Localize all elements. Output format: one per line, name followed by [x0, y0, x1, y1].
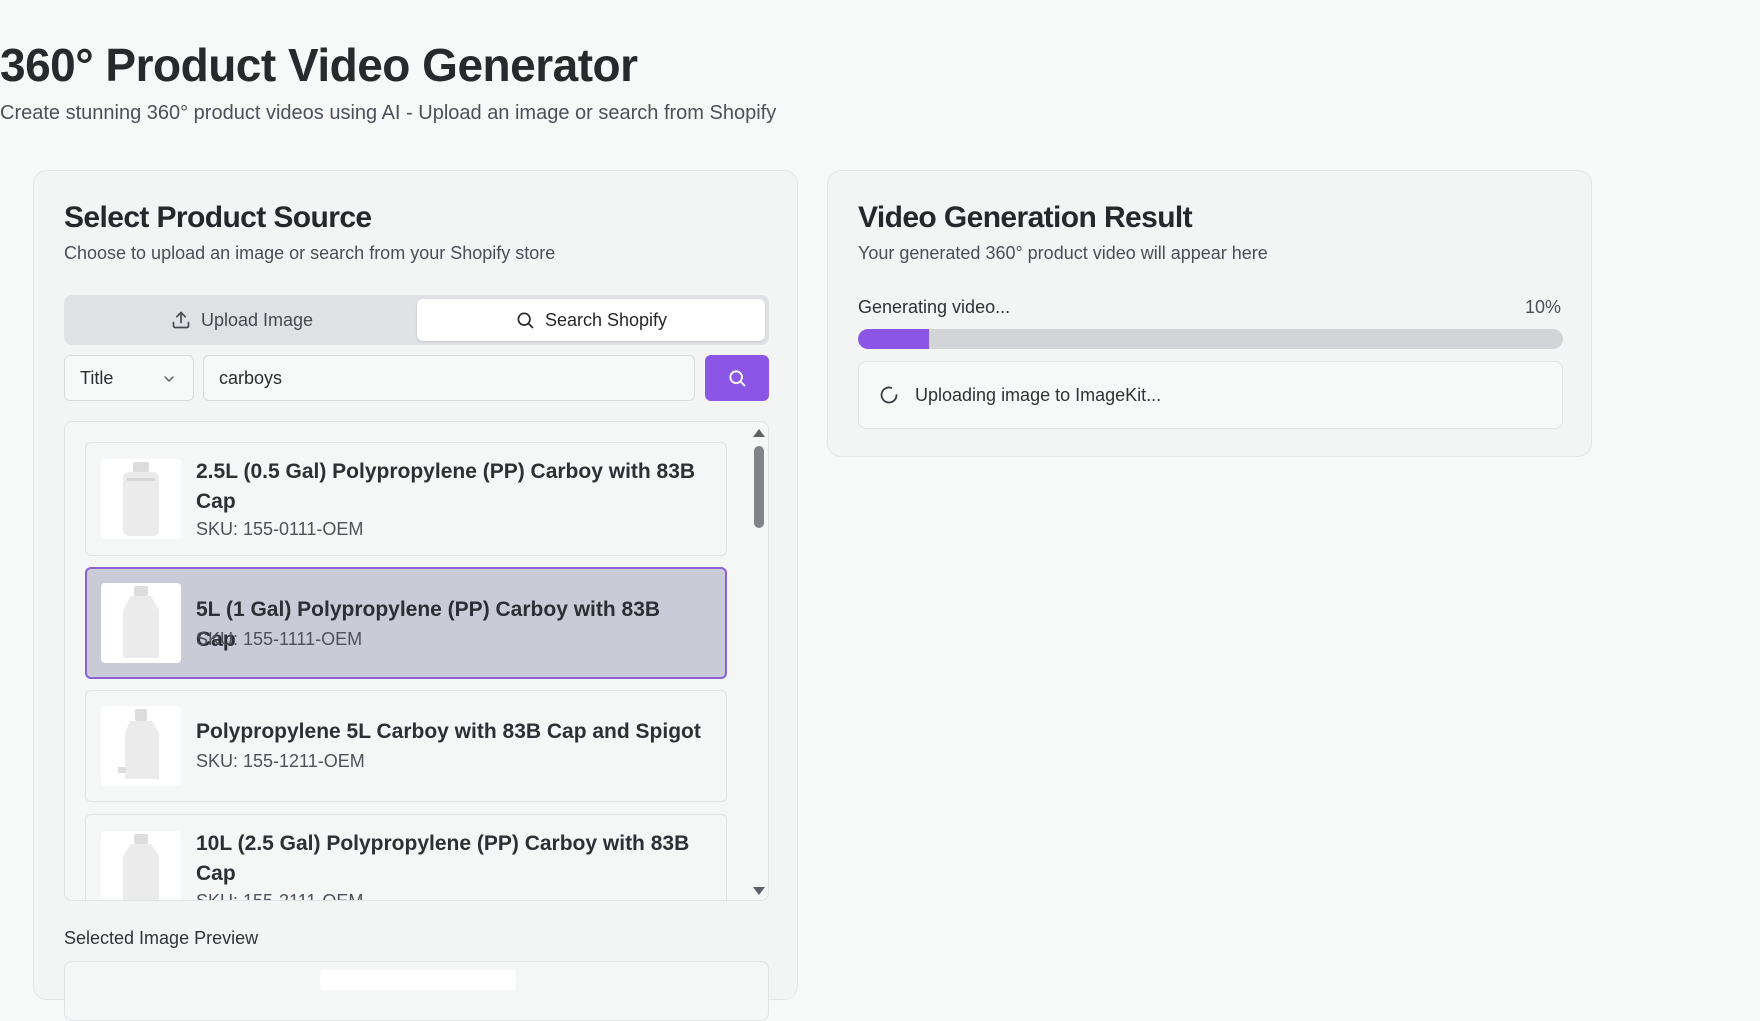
progress-bar-fill [858, 329, 929, 349]
tab-upload-image-label: Upload Image [200, 309, 314, 330]
upload-icon [172, 311, 190, 329]
tab-search-shopify[interactable]: Search Shopify [417, 299, 765, 341]
progress-percent: 10% [1524, 297, 1561, 317]
search-button[interactable] [705, 355, 769, 401]
product-thumbnail [101, 706, 181, 786]
list-item[interactable]: 5L (1 Gal) Polypropylene (PP) Carboy wit… [85, 567, 727, 679]
search-input[interactable] [203, 355, 695, 401]
product-sku: SKU: 155-0111-OEM [196, 519, 364, 539]
product-thumbnail [101, 583, 181, 663]
product-sku: SKU: 155-2111-OEM [196, 891, 364, 901]
product-thumbnail [101, 831, 181, 900]
product-thumbnail [101, 459, 181, 539]
scroll-down-arrow-icon[interactable] [753, 887, 765, 895]
search-results-list[interactable]: 2.5L (0.5 Gal) Polypropylene (PP) Carboy… [64, 421, 769, 901]
list-item[interactable]: 10L (2.5 Gal) Polypropylene (PP) Carboy … [85, 814, 727, 901]
page-subtitle: Create stunning 360° product videos usin… [0, 102, 777, 124]
progress-label: Generating video... [858, 297, 1011, 317]
source-card-description: Choose to upload an image or search from… [64, 243, 556, 263]
list-item[interactable]: 2.5L (0.5 Gal) Polypropylene (PP) Carboy… [85, 442, 727, 556]
search-field-select-value: Title [80, 367, 114, 388]
status-message: Uploading image to ImageKit... [858, 361, 1563, 429]
source-tabs: Upload Image Search Shopify [64, 295, 769, 345]
result-card-title: Video Generation Result [858, 201, 1193, 234]
carboy-image [118, 709, 159, 779]
status-text: Uploading image to ImageKit... [915, 384, 1162, 405]
scroll-up-arrow-icon[interactable] [753, 429, 765, 437]
video-result-card: Video Generation Result Your generated 3… [827, 170, 1592, 457]
list-item[interactable]: Polypropylene 5L Carboy with 83B Cap and… [85, 690, 727, 802]
product-sku: SKU: 155-1111-OEM [196, 629, 363, 649]
tab-search-shopify-label: Search Shopify [544, 309, 668, 330]
product-source-card: Select Product Source Choose to upload a… [33, 170, 798, 1021]
product-title: 10L (2.5 Gal) Polypropylene (PP) Carboy … [196, 832, 690, 885]
carboy-image [123, 586, 159, 658]
product-title: 2.5L (0.5 Gal) Polypropylene (PP) Carboy… [196, 460, 696, 513]
search-field-select[interactable]: Title [64, 355, 194, 401]
carboy-image [123, 462, 159, 536]
preview-image [320, 970, 516, 990]
spinner-icon [880, 386, 898, 404]
scrollbar-thumb[interactable] [754, 446, 764, 528]
product-title: Polypropylene 5L Carboy with 83B Cap and… [196, 720, 701, 743]
page-title: 360° Product Video Generator [0, 39, 638, 91]
search-icon [729, 370, 746, 387]
source-card-title: Select Product Source [64, 201, 372, 234]
selected-image-preview [64, 961, 769, 1021]
chevron-down-icon [164, 376, 174, 382]
search-icon [517, 312, 534, 329]
preview-label: Selected Image Preview [64, 928, 259, 948]
product-sku: SKU: 155-1211-OEM [196, 751, 365, 771]
result-card-description: Your generated 360° product video will a… [858, 243, 1268, 263]
results-scrollbar[interactable] [752, 424, 766, 900]
carboy-image [123, 834, 159, 900]
progress-bar [858, 329, 1563, 349]
tab-upload-image[interactable]: Upload Image [68, 299, 416, 341]
